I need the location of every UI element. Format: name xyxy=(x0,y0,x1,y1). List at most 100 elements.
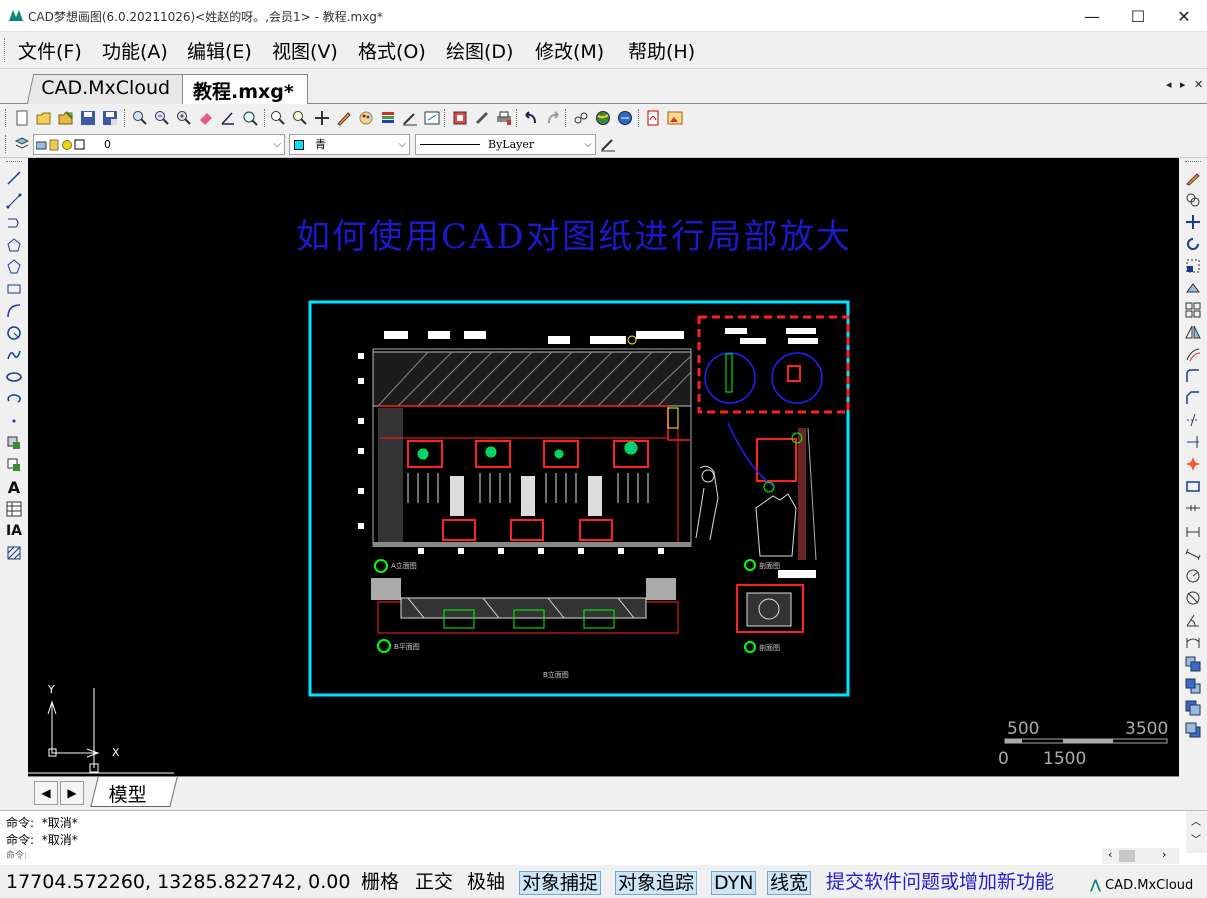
link-icon[interactable] xyxy=(571,108,590,127)
rotate-icon[interactable] xyxy=(1182,234,1204,254)
layers-icon[interactable] xyxy=(378,108,397,127)
spline-icon[interactable] xyxy=(3,345,25,365)
scroll-thumb[interactable] xyxy=(1119,850,1135,862)
menu-edit[interactable]: 编辑(E) xyxy=(187,37,252,64)
feedback-link[interactable]: 提交软件问题或增加新功能 xyxy=(826,871,1054,895)
layer-up-icon[interactable] xyxy=(1182,654,1204,674)
image-export-icon[interactable] xyxy=(665,108,684,127)
grid-toggle[interactable]: 栅格 xyxy=(361,871,399,895)
menu-help[interactable]: 帮助(H) xyxy=(628,37,695,64)
brush-icon[interactable] xyxy=(472,108,491,127)
extend-icon[interactable] xyxy=(1182,432,1204,452)
web-icon[interactable] xyxy=(615,108,634,127)
break-icon[interactable] xyxy=(1182,476,1204,496)
make-block-icon[interactable] xyxy=(3,455,25,475)
tab-cad-mxcloud[interactable]: CAD.MxCloud xyxy=(26,74,194,104)
chamfer-icon[interactable] xyxy=(1182,388,1204,408)
new-file-icon[interactable] xyxy=(12,108,31,127)
menu-draw[interactable]: 绘图(D) xyxy=(446,37,513,64)
pencil-icon[interactable] xyxy=(334,108,353,127)
brand-logo[interactable]: ⋀ CAD.MxCloud xyxy=(1090,874,1193,898)
scale-icon[interactable] xyxy=(1182,256,1204,276)
zoom-window-icon[interactable] xyxy=(130,108,149,127)
tab-model[interactable]: 模型 xyxy=(90,777,178,807)
polygon-icon[interactable] xyxy=(3,235,25,255)
move-icon[interactable] xyxy=(1182,212,1204,232)
layer-manager-icon[interactable] xyxy=(12,134,31,153)
save-icon[interactable] xyxy=(78,108,97,127)
pentagon-icon[interactable] xyxy=(3,257,25,277)
erase-tool-icon[interactable] xyxy=(1182,168,1204,188)
point-icon[interactable] xyxy=(3,411,25,431)
open-file-icon[interactable] xyxy=(34,108,53,127)
angle-icon[interactable] xyxy=(218,108,237,127)
properties-window-icon[interactable] xyxy=(422,108,441,127)
line-icon[interactable] xyxy=(3,168,25,188)
layer-select[interactable]: 0 ⌵ xyxy=(33,134,285,155)
table-icon[interactable] xyxy=(3,499,25,519)
text-icon[interactable]: A xyxy=(3,477,25,497)
scroll-up-icon[interactable]: ︿ xyxy=(1191,813,1201,828)
ellipse-arc-icon[interactable] xyxy=(3,389,25,409)
print-icon[interactable] xyxy=(494,108,513,127)
tab-scroll-left-icon[interactable]: ◂ xyxy=(1166,78,1172,91)
otrack-toggle[interactable]: 对象追踪 xyxy=(615,871,698,895)
menu-function[interactable]: 功能(A) xyxy=(102,37,168,64)
close-button[interactable]: ✕ xyxy=(1161,0,1207,32)
trim-icon[interactable] xyxy=(1182,410,1204,430)
ortho-toggle[interactable]: 正交 xyxy=(415,871,453,895)
palette-icon[interactable] xyxy=(356,108,375,127)
aligned-dimension-icon[interactable] xyxy=(1182,544,1204,564)
scroll-left-icon[interactable]: ‹ xyxy=(1108,848,1112,861)
ray-icon[interactable] xyxy=(3,191,25,211)
send-back-icon[interactable] xyxy=(1182,720,1204,740)
horizontal-scrollbar[interactable]: ‹ › xyxy=(1102,848,1179,864)
layout-next-icon[interactable]: ▶ xyxy=(60,781,84,805)
erase-icon[interactable] xyxy=(196,108,215,127)
angular-dimension-icon[interactable] xyxy=(1182,610,1204,630)
layer-down-icon[interactable] xyxy=(1182,676,1204,696)
tab-close-icon[interactable]: ✕ xyxy=(1194,78,1203,91)
bring-front-icon[interactable] xyxy=(1182,698,1204,718)
layout-prev-icon[interactable]: ◀ xyxy=(34,781,58,805)
polyline-icon[interactable] xyxy=(3,213,25,233)
insert-block-icon[interactable] xyxy=(3,433,25,453)
rectangle-icon[interactable] xyxy=(3,279,25,299)
zoom-previous-icon[interactable] xyxy=(290,108,309,127)
dyn-toggle[interactable]: DYN xyxy=(711,871,757,895)
mirror-icon[interactable] xyxy=(1182,322,1204,342)
copy-icon[interactable] xyxy=(1182,190,1204,210)
scroll-right-icon[interactable]: › xyxy=(1162,848,1166,861)
tab-scroll-right-icon[interactable]: ▸ xyxy=(1180,78,1186,91)
match-properties-icon[interactable] xyxy=(400,108,419,127)
pan-icon[interactable] xyxy=(312,108,331,127)
redo-icon[interactable] xyxy=(543,108,562,127)
command-input[interactable]: 命令: xyxy=(6,848,27,861)
lineweight-icon[interactable] xyxy=(598,134,617,153)
zoom-realtime-icon[interactable] xyxy=(268,108,287,127)
stretch-icon[interactable] xyxy=(1182,278,1204,298)
scroll-down-icon[interactable]: ﹀ xyxy=(1191,831,1201,846)
zoom-out-icon[interactable] xyxy=(152,108,171,127)
circle-icon[interactable] xyxy=(3,323,25,343)
linetype-select[interactable]: ByLayer ⌵ xyxy=(415,134,596,155)
offset-icon[interactable] xyxy=(1182,344,1204,364)
command-scrollbar[interactable]: ︿ ﹀ xyxy=(1186,811,1207,853)
arc-icon[interactable] xyxy=(3,301,25,321)
array-icon[interactable] xyxy=(1182,300,1204,320)
tab-tutorial[interactable]: 教程.mxg* xyxy=(182,74,308,104)
minimize-button[interactable]: — xyxy=(1069,0,1115,32)
save-as-icon[interactable] xyxy=(100,108,119,127)
pdf-export-icon[interactable] xyxy=(643,108,662,127)
mtext-icon[interactable]: IA xyxy=(3,521,25,541)
globe-icon[interactable] xyxy=(593,108,612,127)
color-select[interactable]: 青 ⌵ xyxy=(289,134,410,155)
open-folder-icon[interactable] xyxy=(56,108,75,127)
hatch-icon[interactable] xyxy=(3,543,25,563)
leader-icon[interactable] xyxy=(1182,632,1204,652)
undo-icon[interactable] xyxy=(521,108,540,127)
print-preview-icon[interactable] xyxy=(450,108,469,127)
join-icon[interactable] xyxy=(1182,498,1204,518)
osnap-toggle[interactable]: 对象捕捉 xyxy=(519,871,602,895)
zoom-in-icon[interactable] xyxy=(174,108,193,127)
